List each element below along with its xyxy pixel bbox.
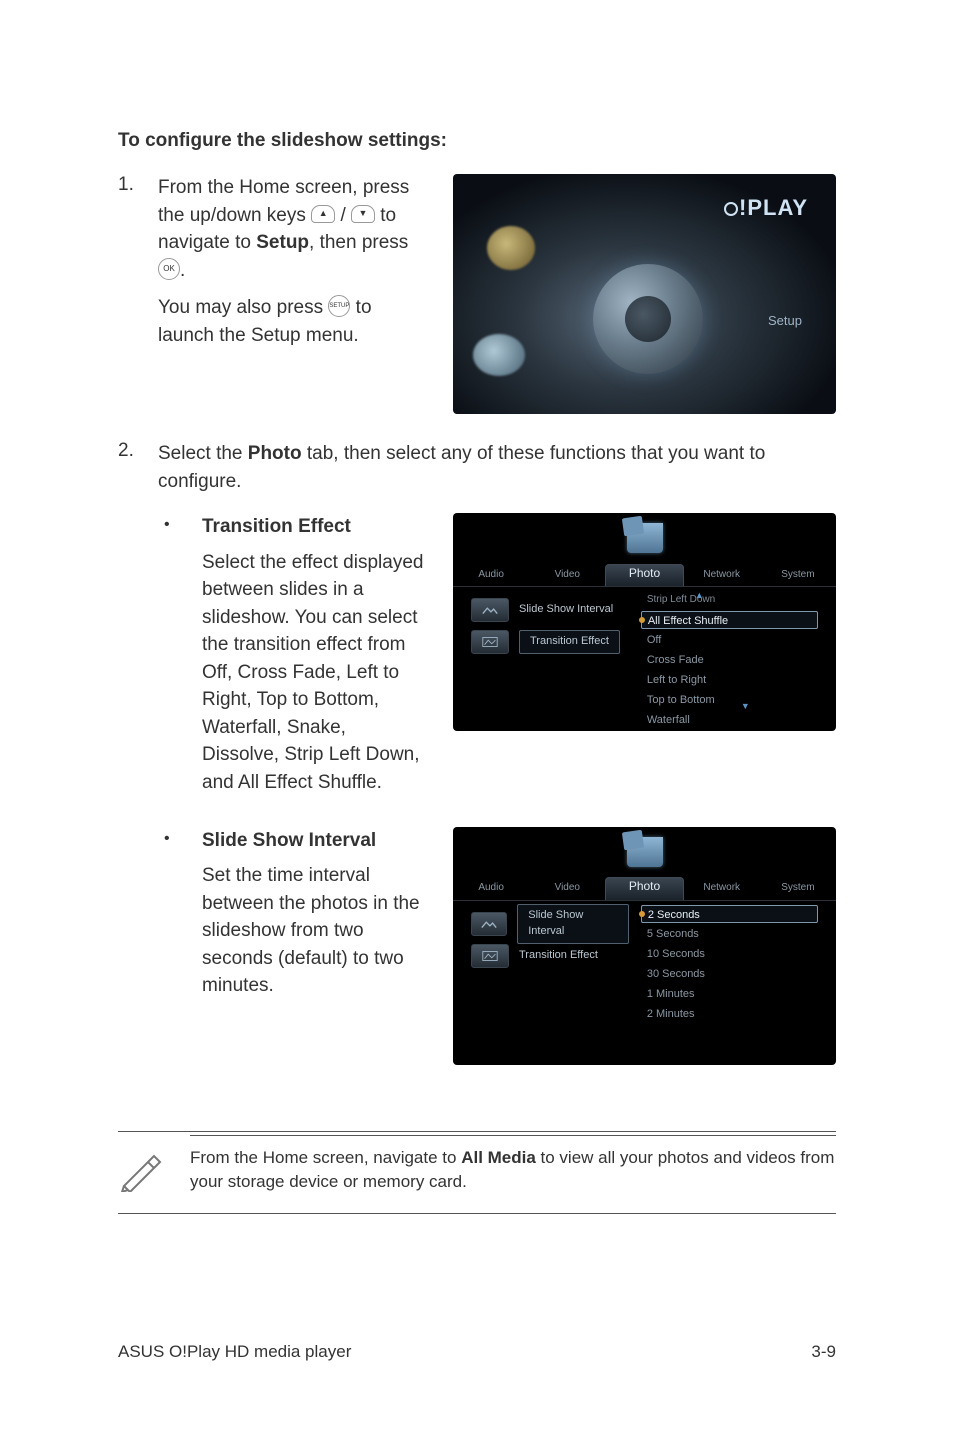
step1-text-d: , then press bbox=[309, 232, 408, 253]
opt: 1 Minutes bbox=[641, 985, 818, 1003]
menu-item-interval-label: Slide Show Interval bbox=[519, 602, 613, 618]
ok-key-icon: OK bbox=[158, 258, 180, 280]
opt: Waterfall bbox=[641, 711, 818, 729]
oplay-logo: O!PLAY!PLAY bbox=[724, 192, 808, 224]
thumb-icon bbox=[471, 598, 509, 622]
opt: Top to Bottom bbox=[641, 691, 818, 709]
tab-photo: Photo bbox=[605, 564, 683, 586]
thumb-icon bbox=[471, 630, 509, 654]
menu-item-effect: Transition Effect bbox=[471, 629, 629, 655]
opt: 30 Seconds bbox=[641, 965, 818, 983]
step-2: 2. Select the Photo tab, then select any… bbox=[118, 440, 836, 1095]
steps-list: 1. From the Home screen, press the up/do… bbox=[118, 174, 836, 1095]
thumb-icon bbox=[471, 912, 507, 936]
opt: 2 Minutes bbox=[641, 1005, 818, 1023]
pen-note-icon bbox=[118, 1146, 190, 1197]
interval-body: Set the time interval between the photos… bbox=[202, 862, 427, 1000]
opt: Cross Fade bbox=[641, 651, 818, 669]
ps-tabs: Audio Video Photo Network System bbox=[453, 559, 836, 587]
tab-video: Video bbox=[529, 881, 605, 900]
transition-body: Select the effect displayed between slid… bbox=[202, 549, 427, 797]
bullet-transition: • Transition Effect Select the effect di… bbox=[158, 513, 836, 796]
heading: To configure the slideshow settings: bbox=[118, 130, 836, 152]
step1-text-e: . bbox=[180, 260, 185, 281]
tab-video: Video bbox=[529, 568, 605, 587]
tab-system: System bbox=[760, 881, 836, 900]
up-key-icon: ▲ bbox=[311, 205, 335, 223]
interval-screenshot: Audio Video Photo Network System bbox=[453, 827, 836, 1065]
bullet-dot-icon: • bbox=[158, 827, 202, 1065]
opt: Off bbox=[641, 631, 818, 649]
gear-icon bbox=[593, 264, 703, 374]
arrow-down-icon: ▼ bbox=[741, 700, 750, 713]
menu-item-interval-label: Slide Show Interval bbox=[517, 904, 629, 944]
step1-text-slash: / bbox=[340, 205, 351, 226]
down-key-icon: ▼ bbox=[351, 205, 375, 223]
opt: 10 Seconds bbox=[641, 945, 818, 963]
page: To configure the slideshow settings: 1. … bbox=[0, 0, 954, 1438]
tab-photo: Photo bbox=[605, 877, 683, 899]
deco-blob-1 bbox=[487, 226, 535, 270]
footer-left: ASUS O!Play HD media player bbox=[118, 1342, 351, 1362]
step-1: 1. From the Home screen, press the up/do… bbox=[118, 174, 836, 414]
step-1-body: From the Home screen, press the up/down … bbox=[158, 174, 836, 414]
opt-selected: 2 Seconds bbox=[641, 905, 818, 923]
bullet-dot-icon: • bbox=[158, 513, 202, 796]
transition-title: Transition Effect bbox=[202, 513, 427, 541]
menu-item-effect-label: Transition Effect bbox=[519, 948, 598, 964]
interval-title: Slide Show Interval bbox=[202, 827, 427, 855]
selection-dot-icon bbox=[639, 617, 645, 623]
selection-dot-icon bbox=[639, 911, 645, 917]
opt-head: Strip Left Down bbox=[641, 591, 818, 609]
opt: Left to Right bbox=[641, 671, 818, 689]
note-text: From the Home screen, navigate to All Me… bbox=[190, 1146, 836, 1197]
ps-logo-icon bbox=[627, 523, 663, 553]
ps-logo-icon bbox=[627, 837, 663, 867]
step2-text-a: Select the bbox=[158, 443, 248, 464]
opt-selected: All Effect Shuffle bbox=[641, 611, 818, 629]
tab-audio: Audio bbox=[453, 881, 529, 900]
footer-right: 3-9 bbox=[811, 1342, 836, 1362]
step-1-number: 1. bbox=[118, 174, 158, 414]
photo-word: Photo bbox=[248, 443, 302, 464]
step-2-body: Select the Photo tab, then select any of… bbox=[158, 440, 836, 1095]
ps-tabs: Audio Video Photo Network System bbox=[453, 873, 836, 901]
menu-item-effect-label: Transition Effect bbox=[519, 630, 620, 654]
step1-text-2a: You may also press bbox=[158, 297, 328, 318]
arrow-up-icon: ▲ bbox=[695, 589, 704, 602]
setup-key-icon: SETUP bbox=[328, 295, 350, 317]
transition-screenshot: Audio Video Photo Network System bbox=[453, 513, 836, 731]
menu-item-interval: Slide Show Interval bbox=[471, 911, 629, 937]
footer: ASUS O!Play HD media player 3-9 bbox=[118, 1342, 836, 1362]
setup-word: Setup bbox=[256, 232, 309, 253]
tab-network: Network bbox=[684, 881, 760, 900]
tab-network: Network bbox=[684, 568, 760, 587]
menu-item-effect: Transition Effect bbox=[471, 943, 629, 969]
deco-blob-2 bbox=[473, 334, 525, 376]
note-allmedia: All Media bbox=[461, 1148, 536, 1167]
note-block: From the Home screen, navigate to All Me… bbox=[118, 1131, 836, 1214]
menu-item-interval: Slide Show Interval bbox=[471, 597, 629, 623]
opt: 5 Seconds bbox=[641, 925, 818, 943]
tab-system: System bbox=[760, 568, 836, 587]
note-text-a: From the Home screen, navigate to bbox=[190, 1148, 461, 1167]
setup-label: Setup bbox=[768, 312, 802, 331]
tab-audio: Audio bbox=[453, 568, 529, 587]
bullet-interval: • Slide Show Interval Set the time inter… bbox=[158, 827, 836, 1065]
step-2-number: 2. bbox=[118, 440, 158, 1095]
thumb-icon bbox=[471, 944, 509, 968]
setup-screenshot: O!PLAY!PLAY Setup bbox=[453, 174, 836, 414]
